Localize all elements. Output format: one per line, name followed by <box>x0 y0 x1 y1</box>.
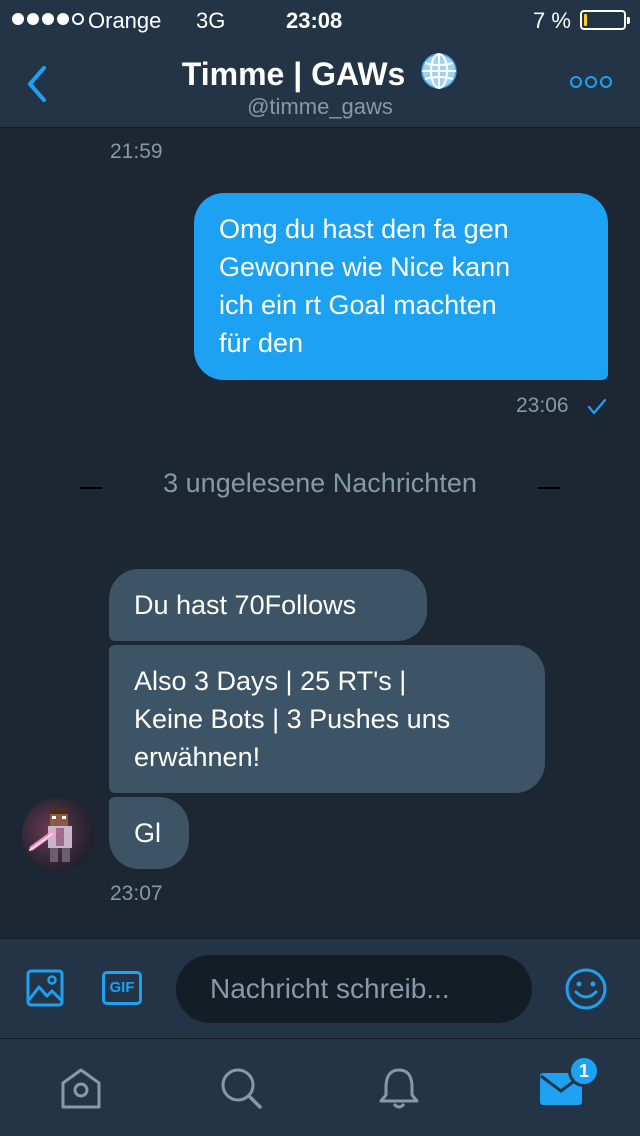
emoji-button[interactable] <box>564 967 608 1016</box>
messages-unread-badge: 1 <box>568 1055 600 1087</box>
message-line: Gl <box>134 818 161 848</box>
checkmark-icon <box>587 398 607 415</box>
status-bar: Orange 3G 23:08 7 % <box>0 0 640 40</box>
message-line: Omg du hast den fa gen <box>219 214 509 244</box>
divider-line <box>538 487 560 489</box>
message-line: Gewonne wie Nice kann <box>219 252 511 282</box>
notifications-bell-icon <box>379 1068 419 1109</box>
message-line: erwähnen! <box>134 742 261 772</box>
unread-divider: 3 ungelesene Nachrichten <box>80 466 560 506</box>
more-options-button[interactable] <box>570 76 612 88</box>
conversation-title-row[interactable]: Timme | GAWs <box>0 52 640 93</box>
avatar-image <box>29 808 72 862</box>
tab-search[interactable] <box>216 1065 266 1111</box>
home-icon <box>61 1068 101 1109</box>
add-gif-button[interactable]: GIF <box>102 971 142 1005</box>
message-timestamp: 21:59 <box>110 140 163 163</box>
incoming-message-bubble[interactable]: Du hast 70Follows <box>109 569 427 641</box>
smiley-icon <box>565 968 607 1010</box>
incoming-message-bubble[interactable]: Gl <box>109 797 189 869</box>
add-photo-button[interactable] <box>26 969 64 1012</box>
battery-icon <box>580 10 630 30</box>
message-line: Also 3 Days | 25 RT's | <box>134 666 407 696</box>
message-line: Du hast 70Follows <box>134 590 357 620</box>
dm-conversation-screen: Orange 3G 23:08 7 % Timme | GAWs @timme_… <box>0 0 640 1136</box>
message-line: ich ein rt Goal machten <box>219 290 497 320</box>
conversation-title: Timme | GAWs <box>181 56 406 92</box>
incoming-message-bubble[interactable]: Also 3 Days | 25 RT's | Keine Bots | 3 P… <box>109 645 545 793</box>
outgoing-message-bubble[interactable]: Omg du hast den fa gen Gewonne wie Nice … <box>194 193 608 380</box>
globe-icon <box>421 53 457 89</box>
message-line: für den <box>219 328 304 358</box>
network-type: 3G <box>196 8 226 33</box>
search-icon <box>221 1068 262 1109</box>
more-dots-icon <box>570 76 582 88</box>
sender-avatar[interactable] <box>22 798 94 870</box>
message-timestamp: 23:06 <box>516 394 569 417</box>
tab-notifications[interactable] <box>374 1065 424 1111</box>
conversation-header: Timme | GAWs @timme_gaws <box>0 40 640 128</box>
status-clock: 23:08 <box>286 8 343 33</box>
tab-home[interactable] <box>56 1065 106 1111</box>
image-icon <box>26 969 64 1007</box>
carrier-name: Orange <box>88 8 162 33</box>
signal-strength-icon <box>12 13 84 25</box>
unread-divider-label: 3 ungelesene Nachrichten <box>163 468 477 498</box>
conversation-handle: @timme_gaws <box>247 94 393 119</box>
compose-bar: GIF <box>0 938 640 1038</box>
battery-level-fill <box>584 14 587 26</box>
battery-percent: 7 % <box>533 8 571 33</box>
message-line: Keine Bots | 3 Pushes uns <box>134 704 451 734</box>
tab-bar: 1 <box>0 1038 640 1136</box>
message-timestamp: 23:07 <box>110 882 163 905</box>
gif-label: GIF <box>109 979 135 996</box>
message-input[interactable] <box>176 955 532 1023</box>
